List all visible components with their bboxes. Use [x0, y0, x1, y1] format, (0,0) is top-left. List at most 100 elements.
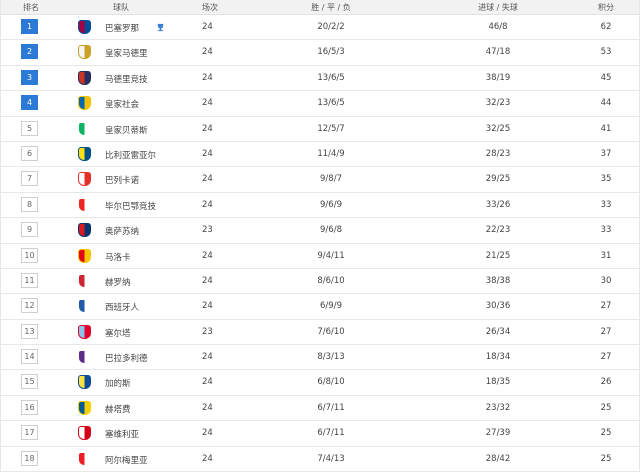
- team-name[interactable]: 比利亚雷亚尔: [105, 149, 156, 161]
- table-row[interactable]: 4 皇家社会 24 13/6/5 32/23 44: [1, 91, 639, 117]
- team-name[interactable]: 阿尔梅里亚: [105, 454, 148, 466]
- team-name[interactable]: 巴塞罗那: [105, 22, 139, 34]
- team-name[interactable]: 马德里竞技: [105, 73, 148, 85]
- points: 62: [600, 22, 612, 32]
- points: 26: [600, 377, 612, 388]
- points: 45: [600, 72, 612, 83]
- table-row[interactable]: 7 巴列卡诺 24 9/8/7 29/25 35: [1, 167, 639, 193]
- real-sociedad-crest-icon: [78, 96, 91, 111]
- rank-badge: 2: [21, 44, 38, 60]
- team-name[interactable]: 马洛卡: [105, 251, 131, 263]
- team-name[interactable]: 赫塔费: [105, 403, 131, 415]
- table-row[interactable]: 11 赫罗纳 24 8/6/10 38/38 30: [1, 269, 639, 295]
- real-madrid-crest-icon: [78, 45, 91, 60]
- matches-played: 24: [202, 199, 213, 210]
- mallorca-crest-icon: [78, 248, 91, 263]
- header-goals[interactable]: 进球 / 失球: [478, 2, 518, 13]
- matches-played: 24: [202, 72, 213, 83]
- team-name[interactable]: 奥萨苏纳: [105, 225, 139, 237]
- standings-table: 排名 球队 场次 胜 / 平 / 负 进球 / 失球 积分 1 巴塞罗那 24 20/…: [0, 0, 640, 473]
- goals-for-against: 29/25: [485, 174, 511, 185]
- table-row[interactable]: 6 比利亚雷亚尔 24 11/4/9 28/23 37: [1, 142, 639, 168]
- win-draw-loss: 7/4/13: [317, 453, 345, 464]
- matches-played: 24: [202, 377, 213, 388]
- team-name[interactable]: 赫罗纳: [105, 276, 131, 288]
- points: 33: [600, 199, 612, 210]
- celta-vigo-crest-icon: [78, 324, 91, 339]
- rank-badge: 1: [21, 19, 38, 34]
- table-row[interactable]: 15 加的斯 24 6/8/10 18/35 26: [1, 370, 639, 396]
- rayo-vallecano-crest-icon: [78, 172, 91, 187]
- cadiz-crest-icon: [78, 375, 91, 390]
- team-name[interactable]: 皇家社会: [105, 98, 139, 110]
- goals-for-against: 32/23: [485, 98, 511, 109]
- table-row[interactable]: 17 塞维利亚 24 6/7/11 27/39 25: [1, 421, 639, 447]
- team-name[interactable]: 加的斯: [105, 377, 131, 389]
- team-name[interactable]: 巴列卡诺: [105, 174, 139, 186]
- win-draw-loss: 16/5/3: [317, 47, 345, 58]
- table-row[interactable]: 8 毕尔巴鄂竞技 24 9/6/9 33/26 33: [1, 193, 639, 219]
- table-body: 1 巴塞罗那 24 20/2/2 46/8 62 2 皇家马德里 24 16/5/3 47/18 53…: [1, 15, 639, 473]
- win-draw-loss: 8/6/10: [317, 275, 345, 286]
- table-row[interactable]: 18 阿尔梅里亚 24 7/4/13 28/42 25: [1, 447, 639, 473]
- header-points[interactable]: 积分: [598, 2, 614, 13]
- goals-for-against: 21/25: [485, 250, 511, 261]
- goals-for-against: 46/8: [488, 22, 508, 32]
- team-name[interactable]: 西班牙人: [105, 301, 139, 313]
- rank-badge: 8: [21, 196, 38, 212]
- matches-played: 24: [202, 174, 213, 185]
- team-name[interactable]: 毕尔巴鄂竞技: [105, 200, 156, 212]
- goals-for-against: 26/34: [485, 326, 511, 337]
- matches-played: 24: [202, 250, 213, 261]
- goals-for-against: 28/23: [485, 148, 511, 159]
- win-draw-loss: 9/4/11: [317, 250, 345, 261]
- rank-badge: 7: [21, 171, 38, 187]
- points: 25: [600, 453, 612, 464]
- table-row[interactable]: 5 皇家贝蒂斯 24 12/5/7 32/25 41: [1, 117, 639, 142]
- rank-badge: 6: [21, 145, 38, 161]
- table-row[interactable]: 2 皇家马德里 24 16/5/3 47/18 53: [1, 40, 639, 66]
- matches-played: 23: [202, 225, 213, 236]
- team-name[interactable]: 巴拉多利德: [105, 352, 148, 364]
- matches-played: 24: [202, 47, 213, 58]
- team-name[interactable]: 皇家贝蒂斯: [105, 124, 148, 136]
- header-played[interactable]: 场次: [202, 2, 218, 13]
- rank-badge: 18: [21, 450, 38, 466]
- header-rank[interactable]: 排名: [23, 2, 39, 13]
- matches-played: 23: [202, 326, 213, 337]
- matches-played: 24: [202, 352, 213, 363]
- points: 31: [600, 250, 612, 261]
- points: 44: [600, 98, 612, 109]
- table-row[interactable]: 16 赫塔费 24 6/7/11 23/32 25: [1, 396, 639, 422]
- goals-for-against: 30/36: [485, 301, 511, 312]
- rank-badge: 14: [21, 349, 38, 365]
- table-row[interactable]: 9 奥萨苏纳 23 9/6/8 22/23 33: [1, 218, 639, 244]
- team-name[interactable]: 塞维利亚: [105, 428, 139, 440]
- table-row[interactable]: 13 塞尔塔 23 7/6/10 26/34 27: [1, 320, 639, 346]
- win-draw-loss: 9/6/9: [320, 199, 342, 210]
- rank-badge: 9: [21, 222, 38, 238]
- header-team[interactable]: 球队: [113, 2, 129, 13]
- table-row[interactable]: 12 西班牙人 24 6/9/9 30/36 27: [1, 294, 639, 320]
- rank-badge: 15: [21, 374, 38, 390]
- team-name[interactable]: 塞尔塔: [105, 327, 131, 339]
- win-draw-loss: 6/8/10: [317, 377, 345, 388]
- rank-badge: 16: [21, 399, 38, 415]
- valladolid-crest-icon: [78, 350, 91, 365]
- matches-played: 24: [202, 275, 213, 286]
- matches-played: 24: [202, 453, 213, 464]
- team-name[interactable]: 皇家马德里: [105, 47, 148, 59]
- fc-barcelona-crest-icon: [78, 20, 91, 34]
- win-draw-loss: 11/4/9: [317, 148, 345, 159]
- rank-badge: 10: [21, 247, 38, 263]
- points: 27: [600, 352, 612, 363]
- table-row[interactable]: 10 马洛卡 24 9/4/11 21/25 31: [1, 244, 639, 269]
- table-row[interactable]: 14 巴拉多利德 24 8/3/13 18/34 27: [1, 345, 639, 371]
- points: 27: [600, 301, 612, 312]
- table-row[interactable]: 1 巴塞罗那 24 20/2/2 46/8 62: [1, 15, 639, 41]
- sevilla-crest-icon: [78, 426, 91, 441]
- getafe-crest-icon: [78, 400, 91, 415]
- table-row[interactable]: 3 马德里竞技 24 13/6/5 38/19 45: [1, 66, 639, 92]
- rank-badge: 17: [21, 425, 38, 441]
- header-wdl[interactable]: 胜 / 平 / 负: [311, 2, 351, 13]
